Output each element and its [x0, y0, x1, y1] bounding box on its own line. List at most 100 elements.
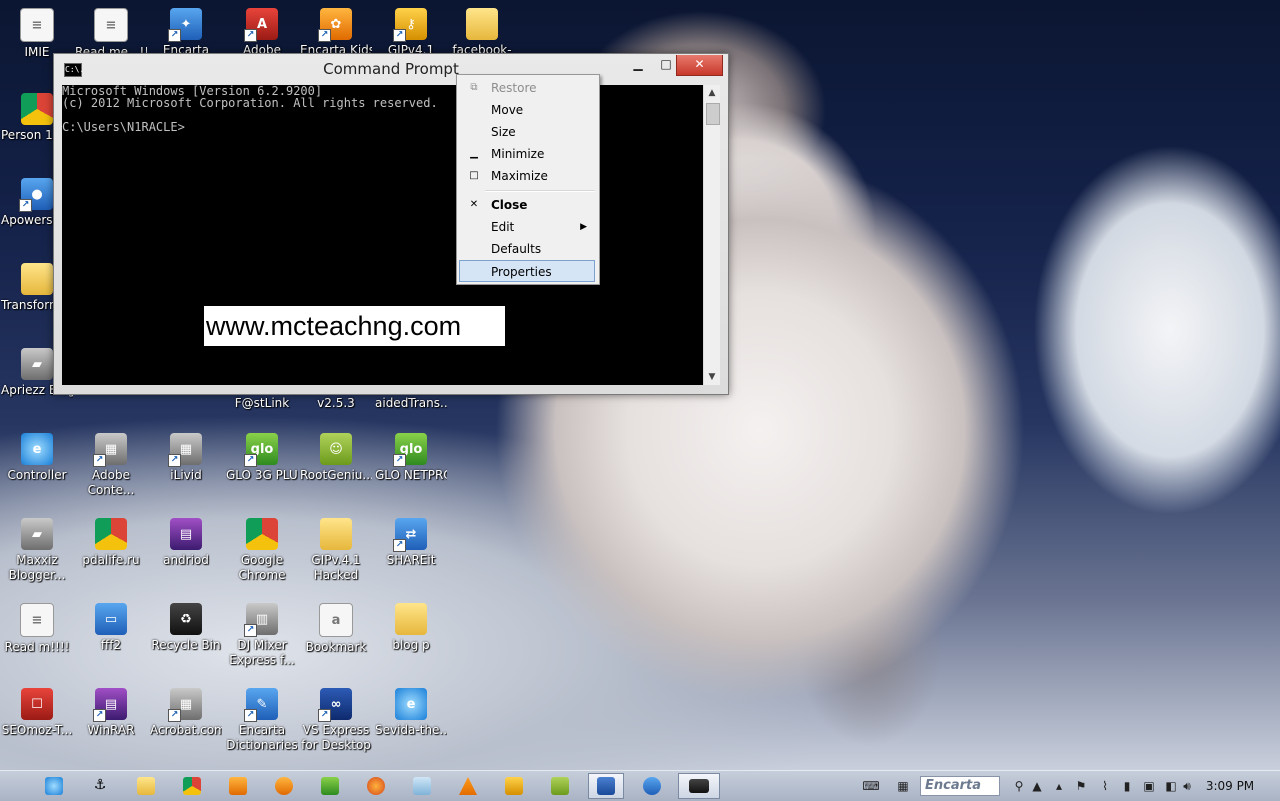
- menu-item-move[interactable]: Move: [459, 99, 595, 121]
- desktop-icon[interactable]: ∞ ↗ VS Express for Desktop: [300, 688, 372, 753]
- menu-item-label: Maximize: [491, 169, 548, 183]
- desktop-icon[interactable]: ▦ ↗ Adobe Conte...: [75, 433, 147, 498]
- cmd-icon: [689, 779, 709, 793]
- desktop-icon[interactable]: GIPv.4.1 Hacked: [300, 518, 372, 583]
- taskbar-tools-button[interactable]: ⚓: [82, 773, 118, 799]
- taskbar-android-button[interactable]: [542, 773, 578, 799]
- desktop-icon-label: SEOmoz-T...: [1, 723, 73, 737]
- desktop-icon[interactable]: ♻ Recycle Bin: [150, 603, 222, 653]
- internet-explorer-icon: e: [21, 433, 53, 465]
- minimize-button[interactable]: ▁: [624, 55, 652, 75]
- vlc-icon: [459, 777, 477, 795]
- notepad-icon: [413, 777, 431, 795]
- window-titlebar[interactable]: C:\. Command Prompt ▁ □ ✕: [54, 54, 728, 84]
- desktop-icon-label-only[interactable]: aidedTrans...: [375, 396, 447, 411]
- shareit-icon: ⇄ ↗: [393, 518, 427, 552]
- scroll-up-arrow-icon[interactable]: ▲: [704, 85, 720, 101]
- desktop-icon[interactable]: ☐ SEOmoz-T...: [1, 688, 73, 738]
- taskbar-search-box[interactable]: Encarta: [920, 776, 1000, 796]
- desktop-icon[interactable]: ▤ andriod: [150, 518, 222, 568]
- close-icon: ✕: [469, 199, 479, 210]
- speaker-icon[interactable]: 🔊︎: [1178, 777, 1196, 795]
- device-icon[interactable]: ▣: [1140, 777, 1158, 795]
- desktop-icon-label: Sevida-the...: [375, 723, 447, 737]
- encarta-icon: ✦ ↗: [168, 8, 202, 42]
- desktop-icon-label-only[interactable]: F@stLink: [226, 396, 298, 411]
- signal-icon[interactable]: ▮: [1118, 777, 1136, 795]
- desktop-icon[interactable]: ✦ ↗ Encarta: [150, 8, 222, 58]
- desktop-icon-label-only[interactable]: v2.5.3: [300, 396, 372, 411]
- dj-mixer-icon: ▥ ↗: [244, 603, 278, 637]
- desktop-icon[interactable]: A ↗ Adobe: [226, 8, 298, 58]
- taskbar-clock[interactable]: 3:09 PM: [1200, 771, 1260, 801]
- menu-item-edit[interactable]: Edit ▶: [459, 216, 595, 238]
- folder-icon: [395, 603, 427, 635]
- taskbar-ie-button[interactable]: [36, 773, 72, 799]
- desktop-icon[interactable]: ⇄ ↗ SHAREit: [375, 518, 447, 568]
- wifi-icon[interactable]: ⌇: [1096, 777, 1114, 795]
- desktop-icon[interactable]: ▭ fff2: [75, 603, 147, 653]
- restore-icon: ⧉: [470, 82, 478, 93]
- keyboard-icon[interactable]: ⌨: [862, 777, 880, 795]
- desktop-icon[interactable]: pdalife.ru: [75, 518, 147, 568]
- menu-item-label: Defaults: [491, 242, 542, 256]
- taskbar-notepad-button[interactable]: [404, 773, 440, 799]
- taskbar-key-button[interactable]: [496, 773, 532, 799]
- desktop-icon[interactable]: ▥ ↗ DJ Mixer Express f...: [226, 603, 298, 668]
- taskbar-teamviewer-button[interactable]: [634, 773, 670, 799]
- taskbar-word-button[interactable]: [588, 773, 624, 799]
- network-icon[interactable]: ▦: [894, 777, 912, 795]
- desktop-icon-label: Google Chrome: [238, 553, 286, 582]
- desktop-icon[interactable]: blog p: [375, 603, 447, 653]
- adobe-icon: A ↗: [244, 8, 278, 42]
- taskbar-media-player-button[interactable]: [220, 773, 256, 799]
- chrome-icon: [246, 518, 278, 550]
- desktop-icon[interactable]: Google Chrome: [226, 518, 298, 583]
- seomoz-icon: ☐: [21, 688, 53, 720]
- close-button[interactable]: ✕: [676, 55, 723, 76]
- menu-item-maximize[interactable]: □ Maximize: [459, 165, 595, 187]
- menu-item-minimize[interactable]: ▁ Minimize: [459, 143, 595, 165]
- scroll-down-arrow-icon[interactable]: ▼: [704, 369, 720, 385]
- desktop-icon[interactable]: ☺ RootGeniu...: [300, 433, 372, 483]
- taskbar-sync-button[interactable]: [312, 773, 348, 799]
- glo-icon: glo ↗: [393, 433, 427, 467]
- menu-item-restore[interactable]: ⧉ Restore: [459, 77, 595, 99]
- folder-icon: [320, 518, 352, 550]
- menu-item-size[interactable]: Size: [459, 121, 595, 143]
- desktop-icon[interactable]: ✎ ↗ Encarta Dictionaries: [226, 688, 298, 753]
- show-hidden-icons[interactable]: ▴: [1050, 777, 1068, 795]
- vertical-scrollbar[interactable]: ▲ ▼: [703, 85, 720, 385]
- tray-up-icon[interactable]: ▲: [1028, 777, 1046, 795]
- desktop-icon[interactable]: ▦ ↗ iLivid: [150, 433, 222, 483]
- desktop-icon[interactable]: glo ↗ GLO 3G PLUS: [226, 433, 298, 483]
- action-center-icon[interactable]: ⚑: [1072, 777, 1090, 795]
- desktop-icon[interactable]: ≡ Read m!!!!: [1, 603, 73, 655]
- desktop-icon[interactable]: e Sevida-the...: [375, 688, 447, 738]
- taskbar-firefox-button[interactable]: [358, 773, 394, 799]
- desktop-icon[interactable]: a Bookmark: [300, 603, 372, 655]
- desktop-icon[interactable]: e Controller: [1, 433, 73, 483]
- desktop-icon[interactable]: ▦ ↗ Acrobat.com: [150, 688, 222, 738]
- desktop-icon[interactable]: ⚷ ↗ GIPv4.1: [375, 8, 447, 58]
- search-magnifier-icon[interactable]: ⚲: [1010, 777, 1028, 795]
- taskbar-chrome-button[interactable]: [174, 773, 210, 799]
- menu-item-close[interactable]: ✕ Close: [459, 194, 595, 216]
- menu-item-properties[interactable]: Properties: [459, 260, 595, 282]
- taskbar-explorer-button[interactable]: [128, 773, 164, 799]
- desktop-icon[interactable]: facebook-: [446, 8, 518, 58]
- desktop-icon-label: Recycle Bin: [151, 638, 221, 652]
- desktop-icon[interactable]: glo ↗ GLO NETPRO: [375, 433, 447, 483]
- key-icon: [505, 777, 523, 795]
- menu-item-label: Close: [491, 198, 528, 212]
- desktop-icon[interactable]: ▤ ↗ WinRAR: [75, 688, 147, 738]
- scrollbar-thumb[interactable]: [706, 103, 720, 125]
- chrome-icon: [95, 518, 127, 550]
- taskbar-vlc-button[interactable]: [450, 773, 486, 799]
- menu-item-defaults[interactable]: Defaults: [459, 238, 595, 260]
- taskbar-cmd-button[interactable]: [678, 773, 720, 799]
- desktop-icon[interactable]: ▰ Maxxiz Blogger...: [1, 518, 73, 583]
- taskbar-firefox-orange-button[interactable]: [266, 773, 302, 799]
- menu-item-label: Properties: [491, 265, 552, 279]
- desktop-icon[interactable]: ✿ ↗ Encarta Kids: [300, 8, 372, 58]
